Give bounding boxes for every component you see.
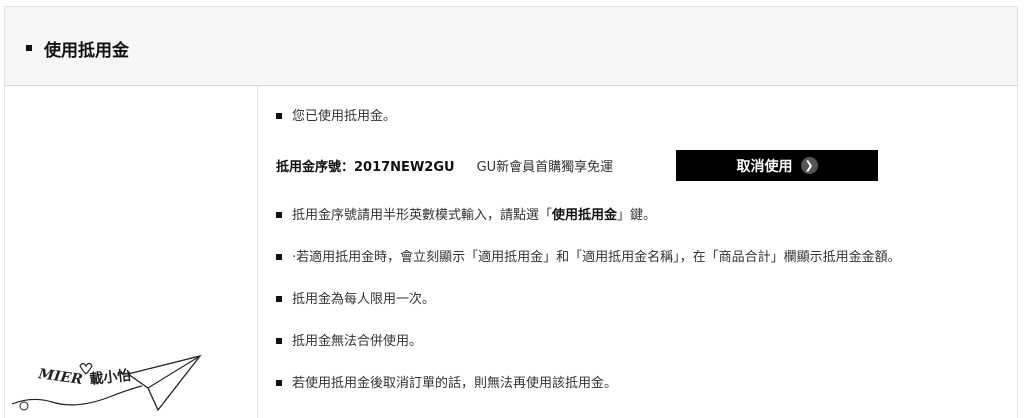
note-item: 抵用金無法合併使用。 xyxy=(276,334,422,350)
used-notice-text: 您已使用抵用金。 xyxy=(292,109,397,124)
used-notice: 您已使用抵用金。 xyxy=(276,109,396,125)
bullet-icon xyxy=(276,253,282,260)
coupon-code-line: 抵用金序號：2017NEW2GU GU新會員首購獨享免運 xyxy=(276,156,613,175)
watermark-logo: MIER 載小怡 xyxy=(11,354,202,412)
coupon-description: GU新會員首購獨享免運 xyxy=(476,160,614,175)
section-header: 使用抵用金 xyxy=(4,6,1018,86)
cancel-use-button[interactable]: 取消使用 ❯ xyxy=(676,150,878,181)
note-suffix: 」鍵。 xyxy=(617,208,657,223)
right-border xyxy=(1017,86,1018,418)
note-prefix: 抵用金序號請用半形英數模式輸入，請點選「 xyxy=(292,208,553,223)
cancel-use-label: 取消使用 xyxy=(736,158,793,175)
note-text: 抵用金為每人限用一次。 xyxy=(292,292,436,307)
bullet-icon xyxy=(276,295,282,302)
note-item: 若使用抵用金後取消訂單的話，則無法再使用該抵用金。 xyxy=(276,376,617,392)
note-item: 抵用金為每人限用一次。 xyxy=(276,292,435,308)
svg-text:MIER: MIER xyxy=(36,366,83,388)
note-bold: 使用抵用金 xyxy=(552,208,618,223)
bullet-icon xyxy=(276,112,282,119)
bullet-icon xyxy=(276,337,282,344)
section-title: 使用抵用金 xyxy=(44,41,129,61)
bullet-icon xyxy=(276,211,282,218)
header-bullet-icon xyxy=(26,45,32,51)
note-text: ·若適用抵用金時，會立刻顯示「適用抵用金」和「適用抵用金名稱」，在「商品合計」欄… xyxy=(292,250,901,265)
note-item: ·若適用抵用金時，會立刻顯示「適用抵用金」和「適用抵用金名稱」，在「商品合計」欄… xyxy=(276,250,901,266)
note-item: 抵用金序號請用半形英數模式輸入，請點選「使用抵用金」鍵。 xyxy=(276,208,656,224)
svg-text:載小怡: 載小怡 xyxy=(89,367,133,388)
bullet-icon xyxy=(276,379,282,386)
note-text: 若使用抵用金後取消訂單的話，則無法再使用該抵用金。 xyxy=(292,376,618,391)
coupon-code-label: 抵用金序號：2017NEW2GU xyxy=(276,160,455,175)
arrow-right-circle-icon: ❯ xyxy=(800,157,818,174)
note-text: 抵用金無法合併使用。 xyxy=(292,334,423,349)
coupon-page: 使用抵用金 您已使用抵用金。 抵用金序號：2017NEW2GU GU新會員首購獨享… xyxy=(0,0,1024,418)
